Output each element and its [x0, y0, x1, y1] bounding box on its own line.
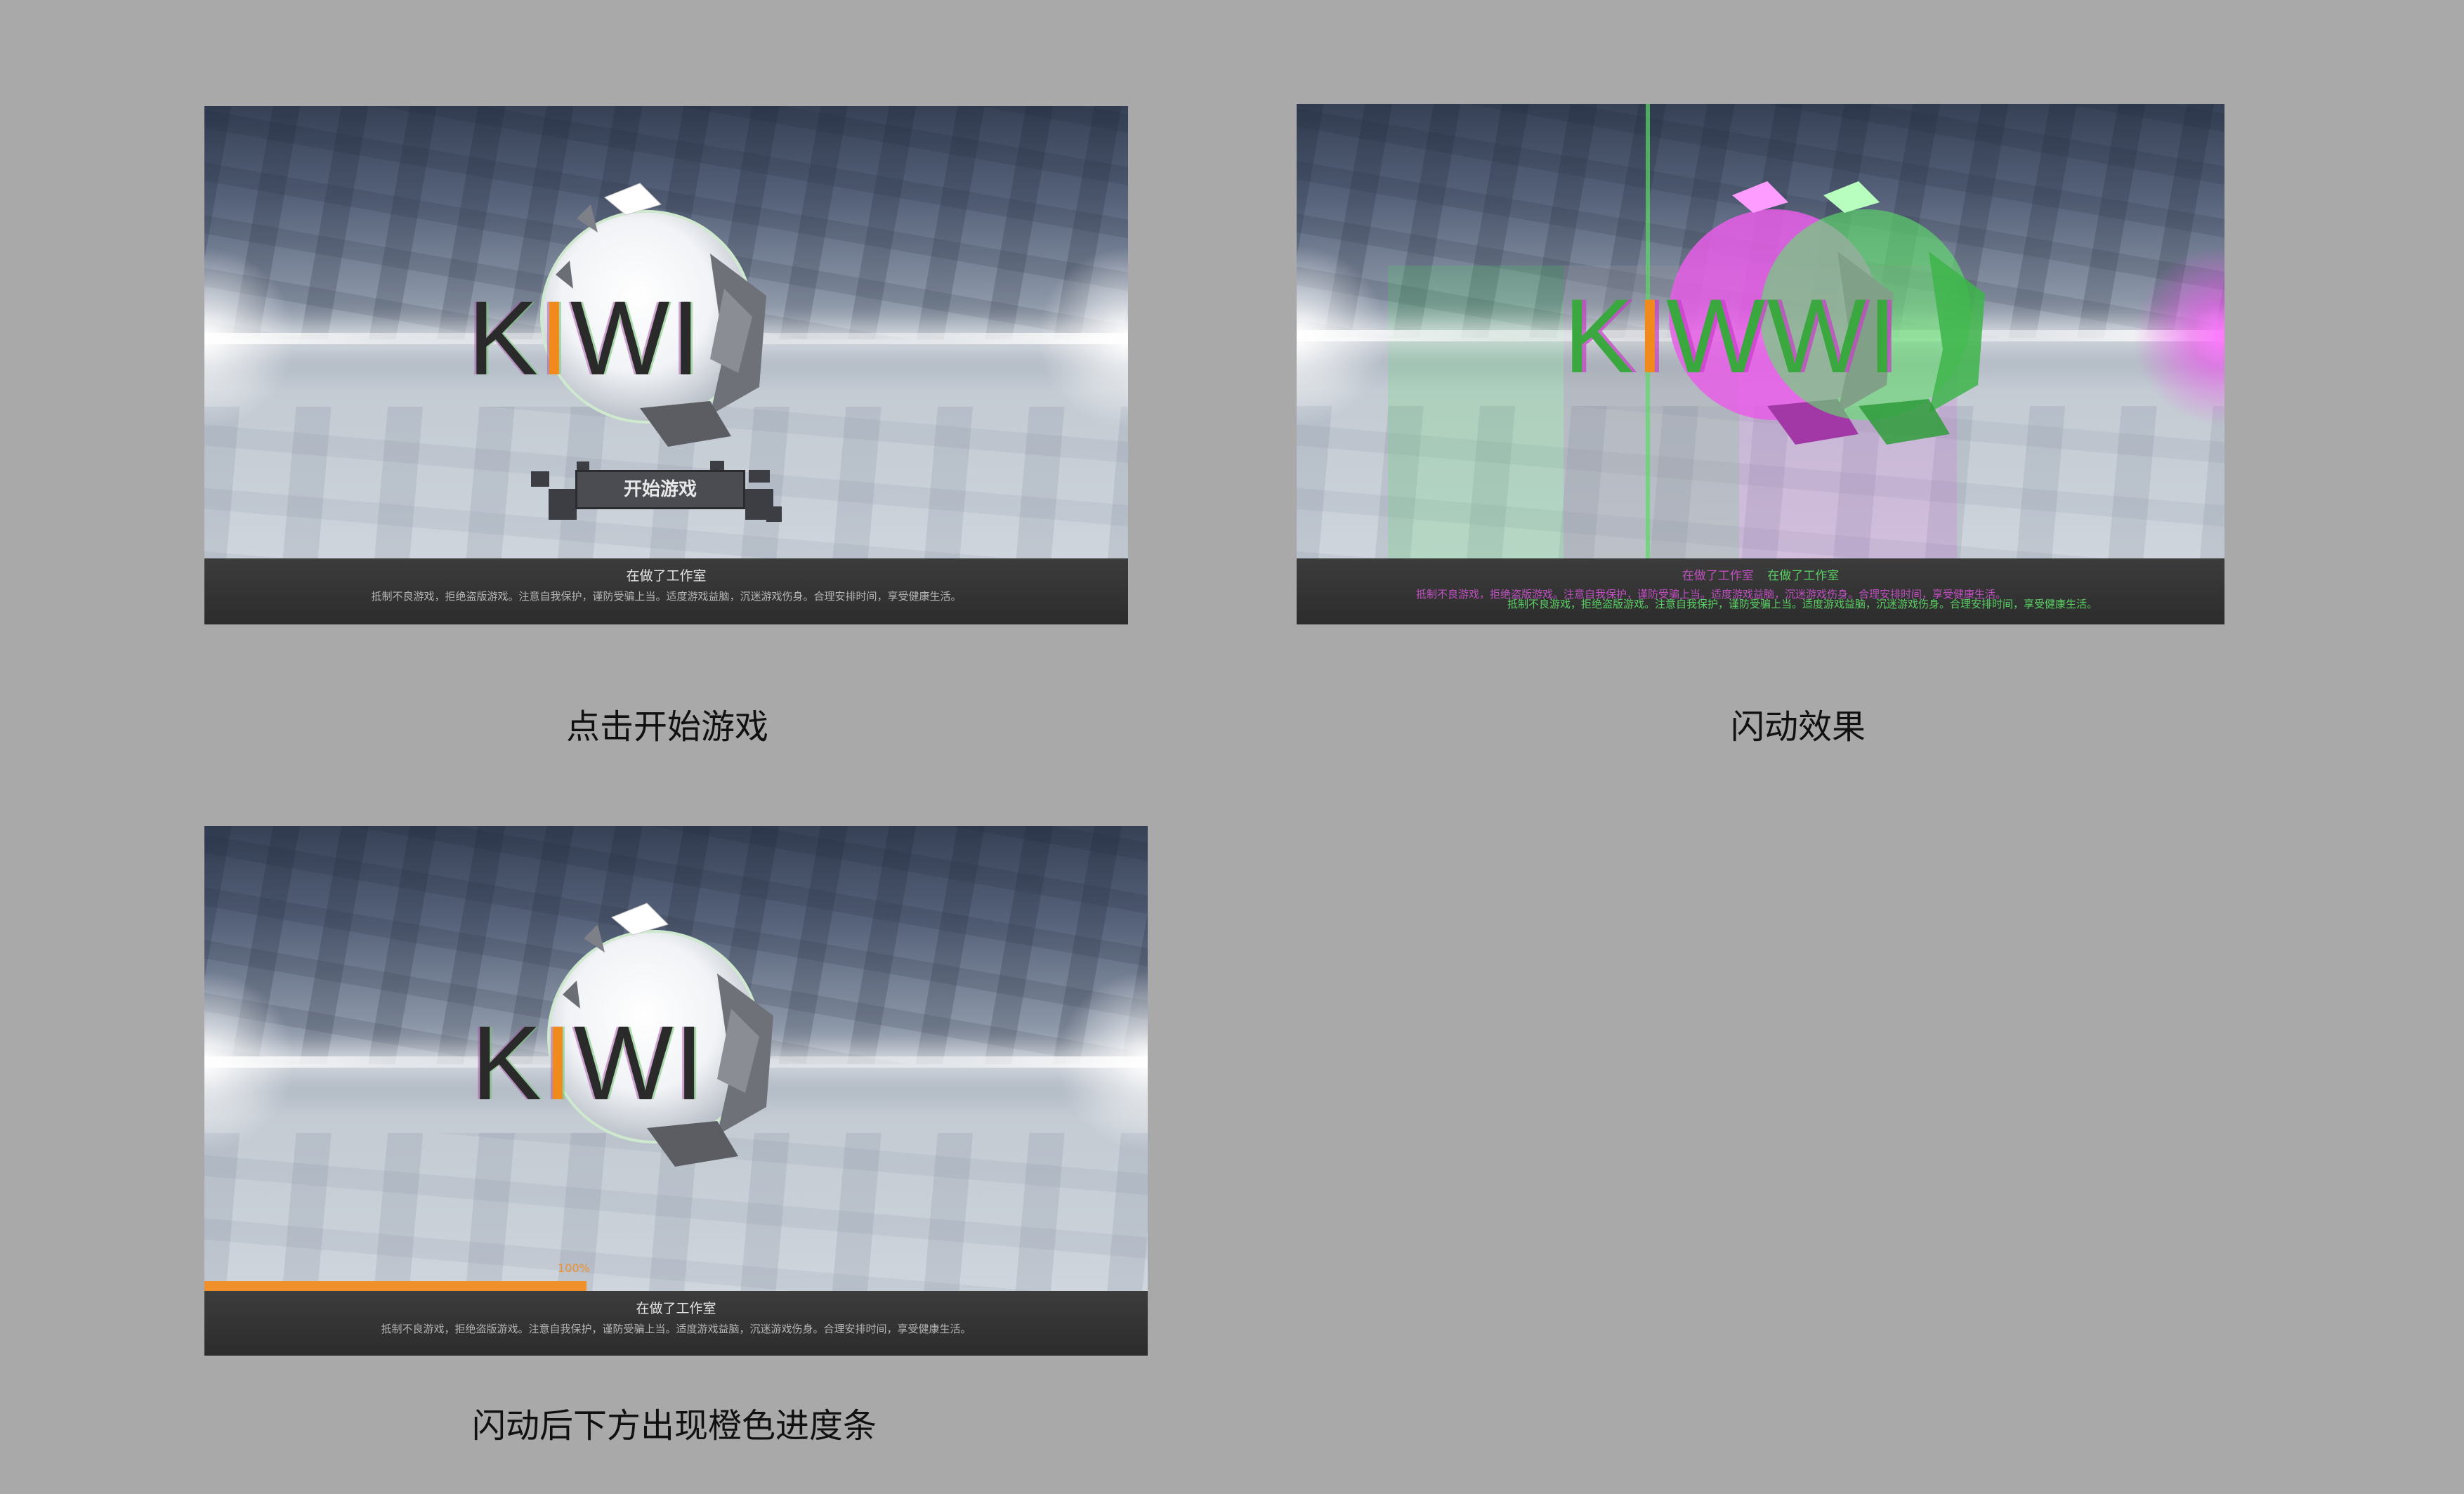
studio-name-green: 在做了工作室 [1767, 569, 1840, 583]
pixel-deco [549, 489, 577, 520]
logo-rest: WWI [1665, 277, 1899, 395]
kiwi-logo: KIWI [468, 285, 702, 391]
footer-bar: 在做了工作室 抵制不良游戏，拒绝盗版游戏。注意自我保护，谨防受骗上当。适度游戏益… [204, 1291, 1148, 1356]
logo-i: I [1635, 277, 1666, 395]
logo-wi: WI [573, 1004, 706, 1122]
footer-bar: 在做了工作室 在做了工作室 抵制不良游戏，拒绝盗版游戏。注意自我保护，谨防受骗上… [1297, 558, 2224, 624]
progress-percent: 100% [558, 1262, 590, 1275]
notice-green: 抵制不良游戏，拒绝盗版游戏。注意自我保护，谨防受骗上当。适度游戏益脑，沉迷游戏伤… [1507, 598, 2098, 610]
logo-k: K [1564, 277, 1636, 395]
progress-track [204, 1281, 1148, 1291]
logo-i: I [539, 279, 570, 397]
pixel-deco [766, 506, 782, 522]
logo-k: K [468, 279, 540, 397]
studio-name: 在做了工作室 [626, 568, 707, 584]
kiwi-logo-glitch: KIWWI [1564, 283, 1899, 388]
kiwi-logo: KIWI [471, 1010, 705, 1115]
pixel-deco [749, 470, 770, 483]
studio-name: 在做了工作室 [636, 1301, 716, 1316]
start-game-button[interactable]: 开始游戏 [575, 470, 745, 509]
caption-start: 点击开始游戏 [565, 707, 768, 747]
health-notice: 抵制不良游戏，拒绝盗版游戏。注意自我保护，谨防受骗上当。适度游戏益脑，沉迷游戏伤… [371, 590, 962, 603]
logo-i: I [543, 1004, 574, 1122]
logo-wi: WI [570, 279, 702, 397]
pixel-deco [710, 461, 724, 471]
progress-fill [204, 1281, 586, 1291]
screen-glitch: KIWWI 在做了工作室 在做了工作室 抵制不良游戏，拒绝盗版游戏。注意自我保护… [1297, 104, 2224, 624]
caption-glitch: 闪动效果 [1730, 707, 1866, 747]
logo-k: K [471, 1004, 544, 1122]
studio-name-magenta: 在做了工作室 [1682, 569, 1754, 583]
screen-start: KIWI 开始游戏 在做了工作室 抵制不良游戏，拒绝盗版游戏。注意自我保护，谨防… [204, 106, 1128, 624]
caption-loading: 闪动后下方出现橙色进度条 [471, 1406, 877, 1446]
health-notice: 抵制不良游戏，拒绝盗版游戏。注意自我保护，谨防受骗上当。适度游戏益脑，沉迷游戏伤… [381, 1323, 971, 1335]
studio-row: 在做了工作室 在做了工作室 [1297, 558, 2224, 583]
pixel-deco [531, 471, 549, 487]
footer-bar: 在做了工作室 抵制不良游戏，拒绝盗版游戏。注意自我保护，谨防受骗上当。适度游戏益… [204, 558, 1128, 624]
screen-loading: KIWI 100% 在做了工作室 抵制不良游戏，拒绝盗版游戏。注意自我保护，谨防… [204, 826, 1148, 1356]
